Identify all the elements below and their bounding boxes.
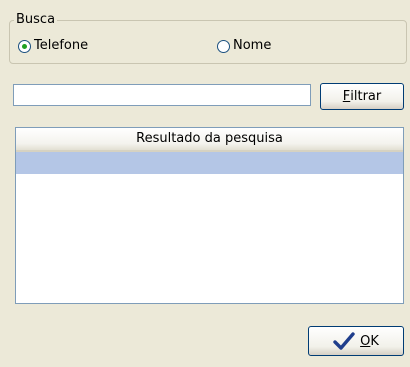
- search-group-title: Busca: [14, 12, 58, 27]
- radio-nome[interactable]: Nome: [217, 37, 271, 55]
- filter-input[interactable]: [13, 84, 311, 106]
- ok-button[interactable]: OK: [308, 326, 404, 356]
- results-selected-row[interactable]: [16, 152, 403, 174]
- results-column-header[interactable]: Resultado da pesquisa: [16, 128, 403, 152]
- radio-telefone[interactable]: Telefone: [18, 37, 88, 55]
- checkmark-icon: [333, 332, 355, 350]
- results-list[interactable]: Resultado da pesquisa: [15, 127, 404, 304]
- ok-button-label: K: [370, 333, 379, 349]
- filter-button-mnemonic: F: [342, 89, 351, 104]
- ok-button-mnemonic: O: [360, 333, 371, 349]
- filter-button[interactable]: Filtrar: [320, 83, 404, 110]
- radio-telefone-label: Telefone: [34, 38, 89, 53]
- radio-telefone-circle[interactable]: [18, 39, 31, 53]
- filter-button-label: iltrar: [350, 89, 382, 104]
- radio-nome-label: Nome: [233, 38, 272, 53]
- radio-nome-circle[interactable]: [217, 39, 230, 53]
